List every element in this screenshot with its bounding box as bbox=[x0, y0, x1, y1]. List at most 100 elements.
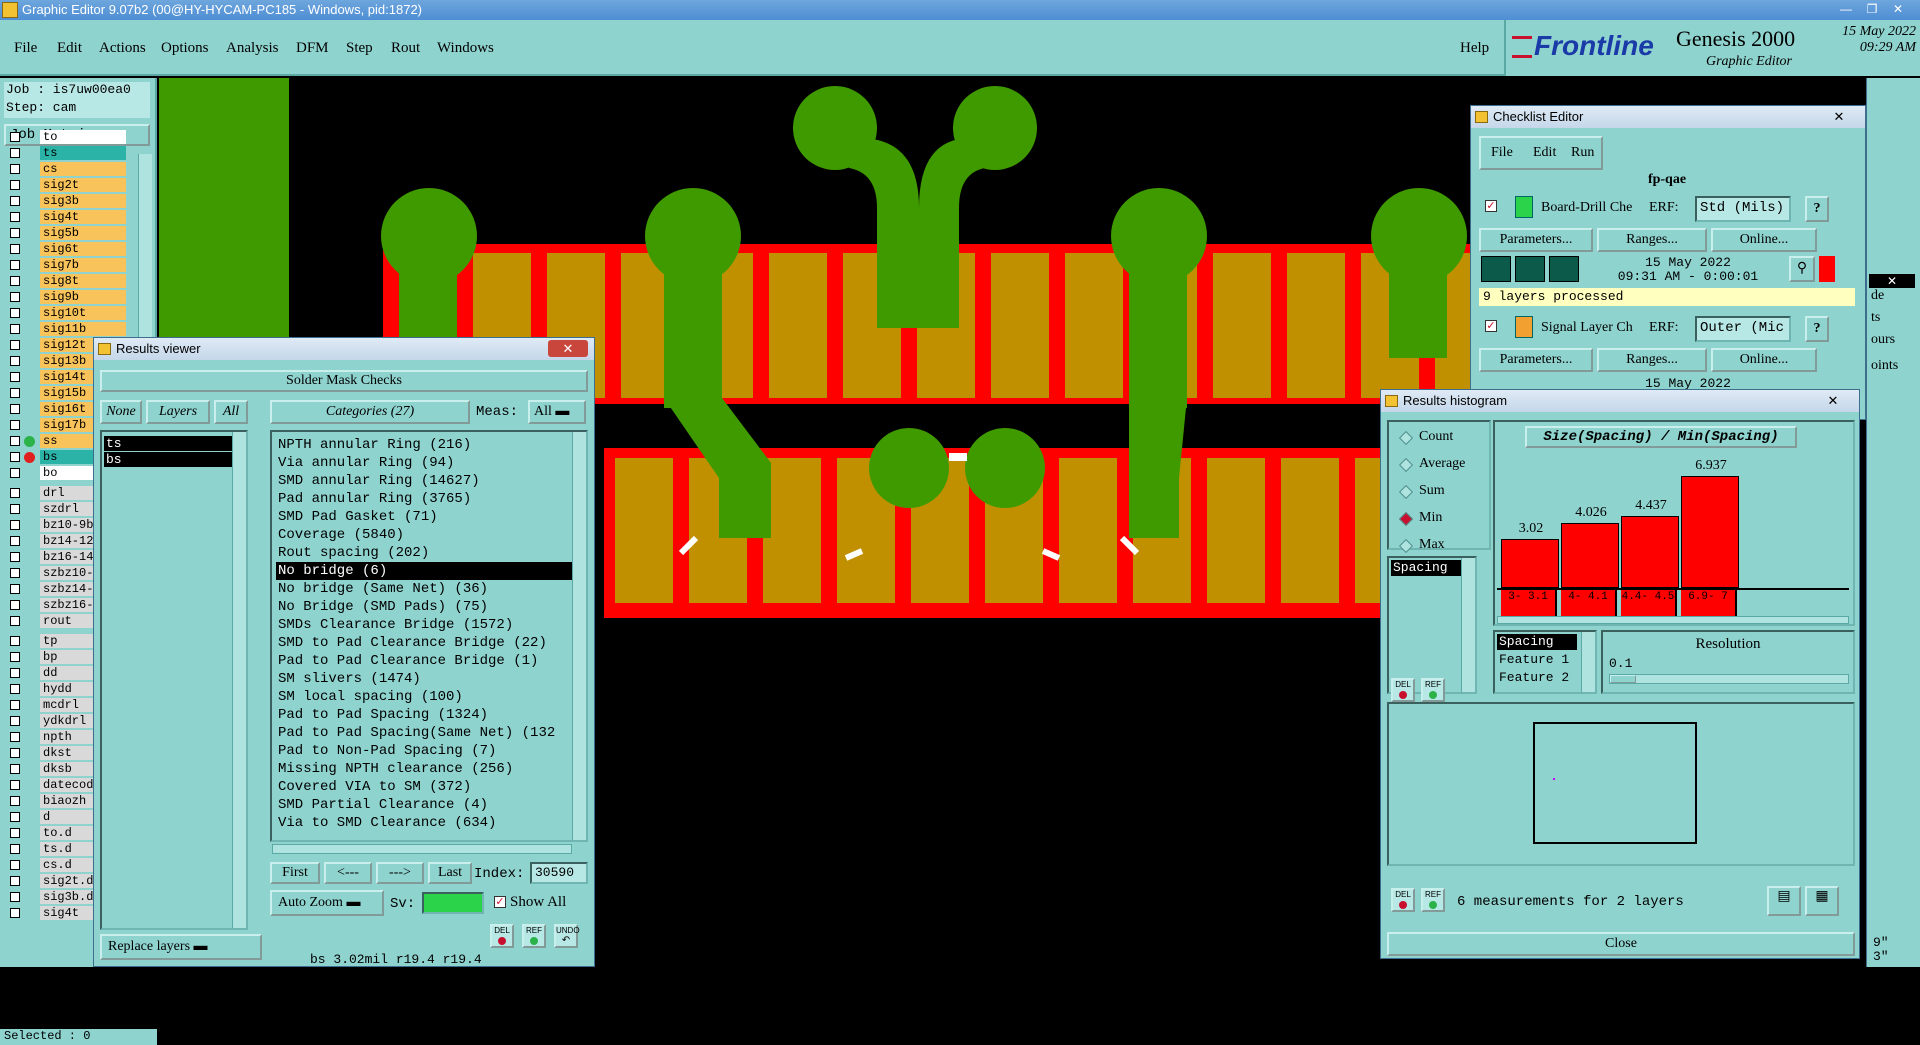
auto-zoom-dropdown[interactable]: Auto Zoom ▬ bbox=[270, 890, 384, 916]
check1-parameters-button[interactable]: Parameters... bbox=[1479, 228, 1593, 252]
layer-checkbox[interactable] bbox=[10, 652, 20, 662]
layer-checkbox[interactable] bbox=[10, 436, 20, 446]
none-button[interactable]: None bbox=[100, 400, 142, 424]
category-item[interactable]: Covered VIA to SM (372) bbox=[276, 778, 572, 796]
layer-checkbox[interactable] bbox=[10, 244, 20, 254]
check2-parameters-button[interactable]: Parameters... bbox=[1479, 348, 1593, 372]
index-field[interactable]: 30590 bbox=[530, 862, 588, 884]
summary-del-button[interactable]: DEL bbox=[1391, 888, 1415, 912]
layer-checkbox[interactable] bbox=[10, 748, 20, 758]
replace-layers-dropdown[interactable]: Replace layers ▬ bbox=[100, 934, 262, 960]
stop-icon[interactable] bbox=[1549, 256, 1579, 282]
layer-checkbox[interactable] bbox=[10, 228, 20, 238]
field-list-scrollbar[interactable] bbox=[1581, 632, 1595, 692]
histogram-close-bottom-button[interactable]: Close bbox=[1387, 932, 1855, 956]
layer-checkbox[interactable] bbox=[10, 260, 20, 270]
histogram-close-button[interactable]: ✕ bbox=[1813, 392, 1853, 409]
zoom-results-icon[interactable]: ⚲ bbox=[1789, 256, 1815, 282]
layer-checkbox[interactable] bbox=[10, 212, 20, 222]
histogram-bar[interactable] bbox=[1501, 539, 1559, 588]
layer-checkbox[interactable] bbox=[10, 616, 20, 626]
layer-row-sig7b[interactable]: sig7b bbox=[4, 258, 146, 273]
layer-checkbox[interactable] bbox=[10, 876, 20, 886]
checklist-close-button[interactable]: ✕ bbox=[1819, 108, 1859, 125]
layer-checkbox[interactable] bbox=[10, 584, 20, 594]
menu-dfm[interactable]: DFM bbox=[296, 40, 329, 57]
category-item[interactable]: Via to SMD Clearance (634) bbox=[276, 814, 572, 832]
category-item[interactable]: SMD Partial Clearance (4) bbox=[276, 796, 572, 814]
layer-row-cs[interactable]: cs bbox=[4, 162, 146, 177]
menu-help[interactable]: Help bbox=[1460, 40, 1489, 57]
partial-item[interactable]: de bbox=[1871, 288, 1884, 304]
layer-checkbox[interactable] bbox=[10, 764, 20, 774]
layer-checkbox[interactable] bbox=[10, 488, 20, 498]
measure-list-scrollbar[interactable] bbox=[1461, 558, 1475, 692]
ref-button[interactable]: REF bbox=[522, 924, 546, 948]
check1-online-button[interactable]: Online... bbox=[1711, 228, 1817, 252]
menu-step[interactable]: Step bbox=[346, 40, 373, 57]
layer-checkbox[interactable] bbox=[10, 520, 20, 530]
radio-icon[interactable] bbox=[1398, 484, 1414, 500]
layer-checkbox[interactable] bbox=[10, 732, 20, 742]
radio-icon[interactable] bbox=[1398, 457, 1414, 473]
category-item[interactable]: Pad to Pad Spacing (1324) bbox=[276, 706, 572, 724]
radio-icon[interactable] bbox=[1398, 538, 1414, 554]
layer-checkbox[interactable] bbox=[10, 452, 20, 462]
layer-checkbox[interactable] bbox=[10, 276, 20, 286]
layer-checkbox[interactable] bbox=[10, 684, 20, 694]
histogram-bar[interactable] bbox=[1621, 516, 1679, 588]
category-item[interactable]: Missing NPTH clearance (256) bbox=[276, 760, 572, 778]
layer-checkbox[interactable] bbox=[10, 324, 20, 334]
layer-checkbox[interactable] bbox=[10, 600, 20, 610]
category-item[interactable]: NPTH annular Ring (216) bbox=[276, 436, 572, 454]
layer-checkbox[interactable] bbox=[10, 700, 20, 710]
layer-checkbox[interactable] bbox=[10, 908, 20, 918]
field-item-feature2[interactable]: Feature 2 bbox=[1497, 670, 1569, 685]
resolution-slider-thumb[interactable] bbox=[1610, 675, 1636, 683]
menu-windows[interactable]: Windows bbox=[437, 40, 494, 57]
layer-checkbox[interactable] bbox=[10, 716, 20, 726]
partial-item[interactable]: ts bbox=[1871, 310, 1880, 326]
category-item[interactable]: SM slivers (1474) bbox=[276, 670, 572, 688]
layer-checkbox[interactable] bbox=[10, 780, 20, 790]
category-list-scrollbar[interactable] bbox=[572, 432, 586, 840]
partial-item[interactable]: oints bbox=[1871, 358, 1898, 374]
histogram-hscrollbar[interactable] bbox=[1497, 616, 1849, 624]
category-item[interactable]: No bridge (Same Net) (36) bbox=[276, 580, 572, 598]
category-item[interactable]: Pad annular Ring (3765) bbox=[276, 490, 572, 508]
run-selected-icon[interactable] bbox=[1515, 256, 1545, 282]
layer-checkbox[interactable] bbox=[10, 812, 20, 822]
first-button[interactable]: First bbox=[270, 862, 320, 884]
check2-online-button[interactable]: Online... bbox=[1711, 348, 1817, 372]
layer-checkbox[interactable] bbox=[10, 356, 20, 366]
layers-button[interactable]: Layers bbox=[146, 400, 210, 424]
partial-item[interactable]: ours bbox=[1871, 332, 1895, 348]
category-hscrollbar[interactable] bbox=[272, 844, 572, 854]
category-item[interactable]: SMDs Clearance Bridge (1572) bbox=[276, 616, 572, 634]
menu-options[interactable]: Options bbox=[161, 40, 209, 57]
category-item[interactable]: No bridge (6) bbox=[276, 562, 572, 580]
last-button[interactable]: Last bbox=[428, 862, 472, 884]
layer-checkbox[interactable] bbox=[10, 504, 20, 514]
check2-label[interactable]: Signal Layer Ch bbox=[1541, 320, 1633, 336]
layer-checkbox[interactable] bbox=[10, 860, 20, 870]
layer-checkbox[interactable] bbox=[10, 568, 20, 578]
layer-checkbox[interactable] bbox=[10, 164, 20, 174]
close-window-button[interactable]: ✕ bbox=[1888, 1, 1908, 18]
category-item[interactable]: SMD annular Ring (14627) bbox=[276, 472, 572, 490]
check2-erf-field[interactable]: Outer (Mic bbox=[1695, 316, 1791, 342]
category-item[interactable]: SM local spacing (100) bbox=[276, 688, 572, 706]
category-item[interactable]: Via annular Ring (94) bbox=[276, 454, 572, 472]
radio-icon[interactable] bbox=[1398, 430, 1414, 446]
check1-enable-checkbox[interactable]: ✓ bbox=[1485, 200, 1497, 212]
layer-row-sig4t[interactable]: sig4t bbox=[4, 210, 146, 225]
layer-checkbox[interactable] bbox=[10, 292, 20, 302]
layer-checkbox[interactable] bbox=[10, 308, 20, 318]
layer-row-sig11b[interactable]: sig11b bbox=[4, 322, 146, 337]
layer-checkbox[interactable] bbox=[10, 892, 20, 902]
radio-icon[interactable] bbox=[1398, 511, 1414, 527]
layer-checkbox[interactable] bbox=[10, 372, 20, 382]
layer-checkbox[interactable] bbox=[10, 796, 20, 806]
menu-analysis[interactable]: Analysis bbox=[226, 40, 279, 57]
histogram-del-button[interactable]: DEL bbox=[1391, 678, 1415, 702]
